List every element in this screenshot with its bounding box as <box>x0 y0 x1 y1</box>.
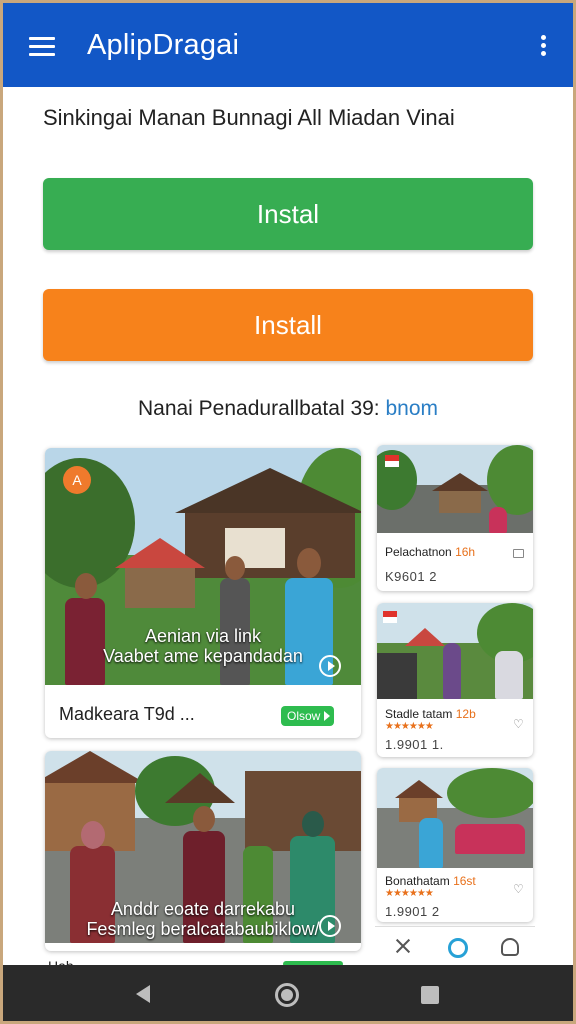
profile-icon[interactable] <box>500 937 519 956</box>
play-icon[interactable] <box>319 655 341 677</box>
featured-1-pill[interactable]: Olsow <box>281 706 335 726</box>
system-nav-bar <box>3 965 573 1021</box>
featured-2-overlay-line2: Fesmleg beralcatabaubiklow/ <box>86 919 320 939</box>
app-bar: AplipDragai <box>3 3 573 87</box>
featured-2-overlay-line1: Anddr eoate darrekabu <box>110 899 296 919</box>
side-card-1-meta: K9601 2 <box>385 569 437 584</box>
featured-1-caption: Madkeara T9d ... <box>59 704 195 724</box>
side-card-3-meta: 1.9901 2 <box>385 904 440 919</box>
side-card-3[interactable]: Bonathatam 16st ★★★★★★ ♡ 1.9901 2 <box>377 768 533 922</box>
play-icon-2[interactable] <box>319 915 341 937</box>
side-image-1 <box>377 445 533 533</box>
bottom-tab-bar <box>375 926 535 966</box>
featured-image-2: Anddr eoate darrekabu Fesmleg beralcatab… <box>45 751 361 943</box>
back-icon[interactable] <box>136 985 150 1003</box>
featured-badge: A <box>63 466 91 494</box>
side-card-1-title: Pelachatnon 16h <box>385 545 476 559</box>
favorite-icon[interactable]: ♡ <box>513 717 524 731</box>
search-icon[interactable] <box>447 937 468 958</box>
featured-card-1[interactable]: A Aenian via link Vaabet ame kepandadan … <box>45 448 361 738</box>
info-text: Nanai Penadurallbatal 39: <box>137 397 380 420</box>
page-subtitle: Sinkingai Manan Bunnagi All Miadan Vinai <box>43 105 455 130</box>
side-card-3-rating: ★★★★★★ <box>385 888 434 899</box>
info-accent-link[interactable]: bnom <box>386 397 439 420</box>
featured-1-overlay-line2: Vaabet ame kepandadan <box>103 646 303 666</box>
side-card-2-title: Stadle tatam 12b <box>385 707 476 721</box>
install-button-secondary[interactable]: Install <box>43 289 533 361</box>
featured-image-1: A Aenian via link Vaabet ame kepandadan <box>45 448 361 685</box>
side-card-1[interactable]: Pelachatnon 16h K9601 2 <box>377 445 533 591</box>
featured-1-overlay-line1: Aenian via link <box>144 626 262 646</box>
favorite-icon-3[interactable]: ♡ <box>513 882 524 896</box>
side-image-2 <box>377 603 533 699</box>
more-vert-icon[interactable] <box>539 35 547 59</box>
home-icon[interactable] <box>275 983 299 1007</box>
side-card-2-rating: ★★★★★★ <box>385 721 434 732</box>
info-line: Nanai Penadurallbatal 39: bnom <box>3 397 573 421</box>
featured-card-2[interactable]: Anddr eoate darrekabu Fesmleg beralcatab… <box>45 751 361 951</box>
bookmark-icon[interactable] <box>513 549 524 558</box>
side-card-2[interactable]: Stadle tatam 12b ★★★★★★ ♡ 1.9901 1. <box>377 603 533 757</box>
app-title: AplipDragai <box>87 29 240 61</box>
app-screen: AplipDragai Sinkingai Manan Bunnagi All … <box>3 3 573 1021</box>
recents-icon[interactable] <box>421 986 439 1004</box>
side-card-2-meta: 1.9901 1. <box>385 737 444 752</box>
side-image-3 <box>377 768 533 868</box>
menu-icon[interactable] <box>29 37 55 57</box>
install-button-primary[interactable]: Instal <box>43 178 533 250</box>
side-card-3-title: Bonathatam 16st <box>385 874 476 888</box>
tools-icon[interactable] <box>391 935 415 959</box>
